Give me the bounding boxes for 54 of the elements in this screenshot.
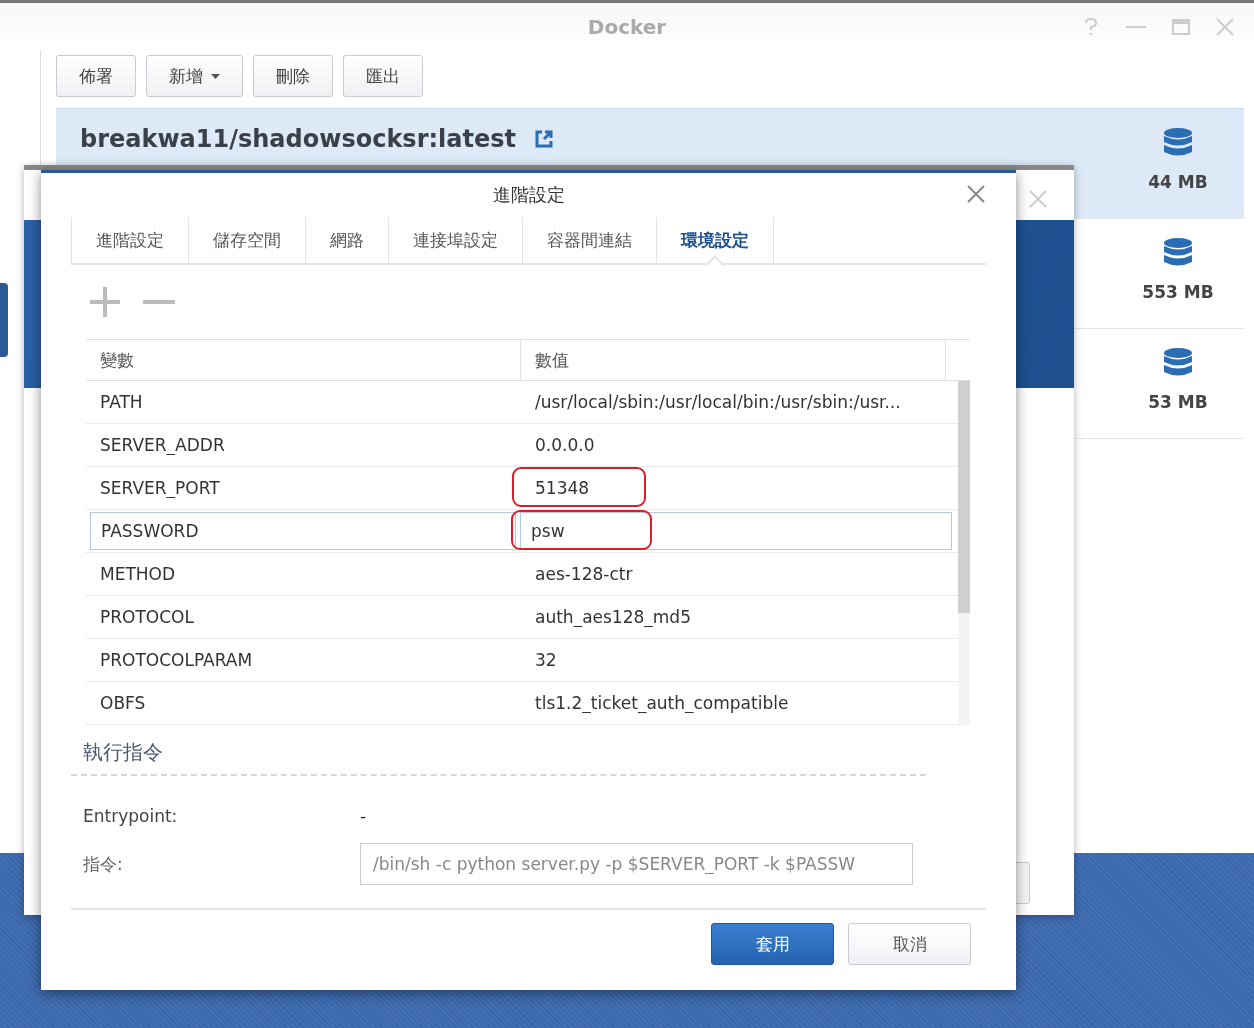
maximize-icon[interactable]: [1172, 19, 1190, 35]
close-icon[interactable]: [1216, 18, 1234, 36]
table-cell-text: PROTOCOLPARAM: [99, 650, 254, 670]
field-value: -: [360, 806, 367, 826]
field-label: 指令:: [83, 852, 124, 876]
table-cell-text: SERVER_ADDR: [99, 435, 226, 455]
toolbar-button[interactable]: 佈署: [56, 55, 136, 97]
table-cell-text: PROTOCOL: [99, 607, 195, 627]
close-icon[interactable]: [1029, 190, 1047, 208]
variable-field[interactable]: PASSWORD: [90, 512, 516, 550]
remove-icon[interactable]: [143, 299, 175, 305]
toolbar-button[interactable]: 匯出: [343, 55, 423, 97]
close-icon[interactable]: [966, 184, 986, 204]
database-icon: [1164, 127, 1192, 158]
section-title: 執行指令: [83, 739, 164, 766]
help-icon[interactable]: [1082, 18, 1100, 36]
tab[interactable]: 容器間連結: [522, 217, 657, 263]
table-cell-text: OBFS: [99, 693, 147, 713]
scrollbar-thumb[interactable]: [958, 381, 970, 613]
table-cell-text: /usr/local/sbin:/usr/local/bin:/usr/sbin:/usr...: [534, 392, 902, 412]
command-field[interactable]: /bin/sh -c python server.py -p $SERVER_PORT -k $PASSW: [360, 843, 913, 885]
dialog-title: 進階設定: [492, 183, 565, 207]
sidebar-tab[interactable]: [0, 283, 8, 357]
tab[interactable]: 連接埠設定: [388, 217, 523, 263]
value-field[interactable]: psw: [520, 512, 952, 550]
field-label: Entrypoint:: [83, 806, 179, 826]
database-icon: [1164, 237, 1192, 268]
tab[interactable]: 儲存空間: [188, 217, 306, 263]
image-name: breakwa11/shadowsocksr:latest: [80, 125, 516, 153]
apply-button[interactable]: 套用: [711, 923, 834, 965]
tab[interactable]: 網路: [305, 217, 389, 263]
database-icon: [1164, 347, 1192, 378]
column-header[interactable]: 變數: [86, 340, 521, 380]
tab[interactable]: 進階設定: [71, 217, 189, 263]
image-size: 53 MB: [1148, 391, 1208, 412]
add-icon[interactable]: [89, 286, 121, 318]
window-title: Docker: [587, 14, 667, 39]
table-cell-text: METHOD: [99, 564, 177, 584]
image-size: 553 MB: [1142, 281, 1214, 302]
toolbar-button[interactable]: 刪除: [253, 55, 333, 97]
table-cell-text: 32: [534, 650, 558, 670]
external-link-icon[interactable]: [534, 129, 554, 149]
table-cell-text: 0.0.0.0: [534, 435, 596, 455]
table-cell-text: SERVER_PORT: [99, 478, 221, 498]
column-header[interactable]: 數值: [521, 340, 946, 380]
table-cell-text: PATH: [99, 392, 144, 412]
cancel-button[interactable]: 取消: [848, 923, 971, 965]
table-cell-text: tls1.2_ticket_auth_compatible: [534, 693, 790, 713]
toolbar-button[interactable]: 新增: [146, 55, 243, 97]
image-size: 44 MB: [1148, 171, 1208, 192]
table-cell-text: aes-128-ctr: [534, 564, 634, 584]
caret-icon: [211, 73, 220, 79]
table-cell-text: auth_aes128_md5: [534, 607, 692, 627]
table-cell-text: 51348: [534, 478, 591, 498]
